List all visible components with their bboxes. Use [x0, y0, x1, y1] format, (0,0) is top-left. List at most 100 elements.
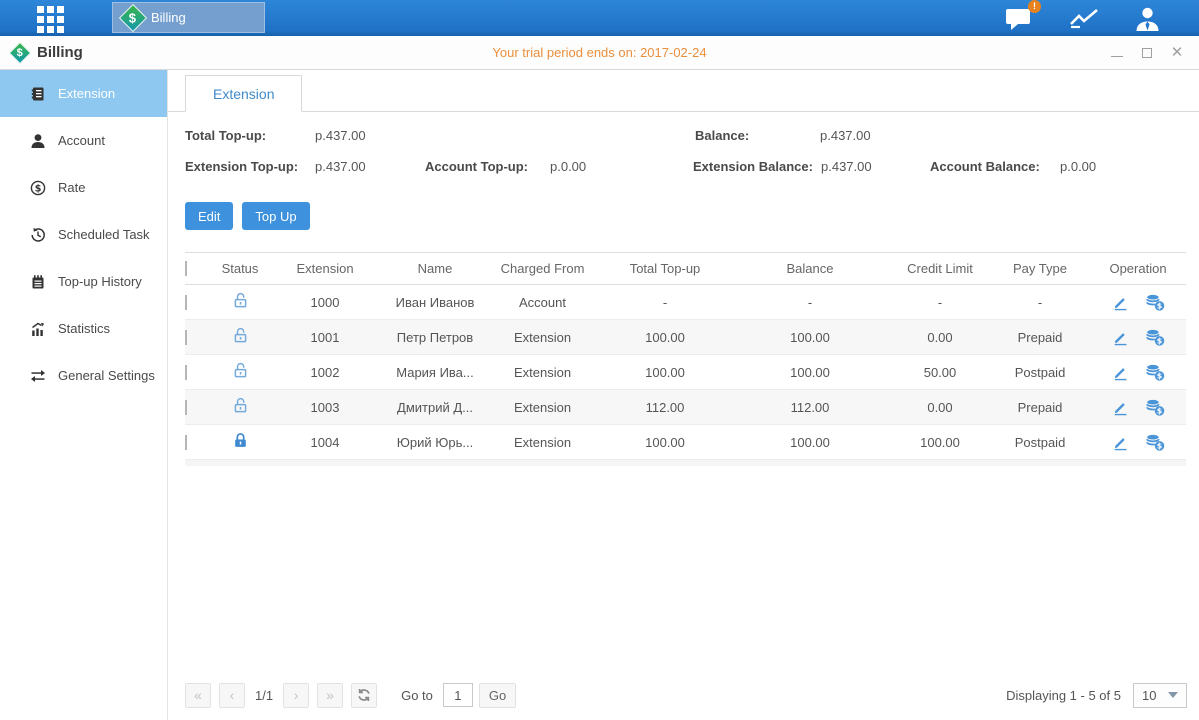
sidebar-item-label: Top-up History: [58, 274, 142, 289]
goto-page-input[interactable]: [443, 683, 473, 707]
cell-extension: 1003: [265, 400, 385, 415]
row-checkbox[interactable]: [185, 330, 187, 345]
sidebar-item-account[interactable]: Account: [0, 117, 167, 164]
taskbar-tab-billing[interactable]: $ Billing: [112, 2, 265, 33]
minimize-button[interactable]: [1109, 45, 1125, 61]
total-topup-label: Total Top-up:: [185, 128, 266, 143]
cell-name: Мария Ива...: [385, 365, 485, 380]
account-icon: [30, 133, 46, 149]
edit-icon[interactable]: [1112, 364, 1129, 381]
row-checkbox-cell: [185, 295, 215, 310]
cell-charged-from: Extension: [485, 400, 600, 415]
sidebar-item-general-settings[interactable]: General Settings: [0, 352, 167, 399]
top-up-icon[interactable]: $: [1145, 399, 1165, 416]
edit-icon[interactable]: [1112, 329, 1129, 346]
tab-extension[interactable]: Extension: [185, 75, 302, 112]
notifications-icon[interactable]: !: [1004, 6, 1034, 31]
prev-page-button[interactable]: ‹: [219, 683, 245, 708]
page-info: 1/1: [255, 688, 273, 703]
app-launcher-icon[interactable]: [36, 5, 70, 31]
row-checkbox[interactable]: [185, 365, 187, 380]
edit-button[interactable]: Edit: [185, 202, 233, 230]
go-button[interactable]: Go: [479, 683, 516, 708]
cell-total-topup: 100.00: [600, 435, 730, 450]
edit-icon[interactable]: [1112, 294, 1129, 311]
cell-operation: $: [1090, 399, 1186, 416]
table-row: 1000Иван ИвановAccount----$: [185, 285, 1186, 320]
maximize-button[interactable]: [1139, 45, 1155, 61]
extension-balance-label: Extension Balance:: [693, 159, 813, 174]
cell-operation: $: [1090, 434, 1186, 451]
column-header: Total Top-up: [600, 261, 730, 276]
topup-history-icon: [30, 274, 46, 290]
window-titlebar: $ Billing Your trial period ends on: 201…: [0, 36, 1199, 70]
extension-topup-value: p.437.00: [315, 159, 366, 174]
sidebar-item-topup-history[interactable]: Top-up History: [0, 258, 167, 305]
column-header: Status: [215, 261, 265, 276]
pagination-bar: « ‹ 1/1 › » Go to Go Displaying: [185, 682, 1187, 708]
cell-credit-limit: 0.00: [890, 400, 990, 415]
row-checkbox[interactable]: [185, 435, 187, 450]
row-checkbox[interactable]: [185, 400, 187, 415]
top-up-icon[interactable]: $: [1145, 434, 1165, 451]
cell-extension: 1002: [265, 365, 385, 380]
sidebar-item-scheduled-task[interactable]: Scheduled Task: [0, 211, 167, 258]
header-checkbox-cell: [185, 261, 215, 276]
cell-extension: 1001: [265, 330, 385, 345]
svg-text:$: $: [1156, 406, 1161, 415]
billing-app-window: $ Billing !: [0, 0, 1199, 720]
row-checkbox[interactable]: [185, 295, 187, 310]
select-all-checkbox[interactable]: [185, 261, 187, 276]
extension-balance-value: p.437.00: [821, 159, 872, 174]
trial-notice: Your trial period ends on: 2017-02-24: [0, 45, 1199, 60]
account-topup-value: p.0.00: [550, 159, 586, 174]
sidebar-item-statistics[interactable]: Statistics: [0, 305, 167, 352]
cell-status: [215, 292, 265, 312]
resource-monitor-icon[interactable]: [1068, 6, 1100, 30]
system-topbar: $ Billing !: [0, 0, 1199, 36]
cell-name: Дмитрий Д...: [385, 400, 485, 415]
statistics-icon: [30, 321, 46, 337]
cell-extension: 1004: [265, 435, 385, 450]
table-footer-strip: [185, 460, 1186, 466]
page-size-select[interactable]: 10: [1133, 683, 1187, 708]
top-up-icon[interactable]: $: [1145, 364, 1165, 381]
svg-text:$: $: [35, 183, 42, 194]
sidebar-item-extension[interactable]: Extension: [0, 70, 167, 117]
extension-icon: [30, 86, 46, 102]
cell-total-topup: 100.00: [600, 365, 730, 380]
last-page-button[interactable]: »: [317, 683, 343, 708]
cell-credit-limit: -: [890, 295, 990, 310]
cell-pay-type: Prepaid: [990, 400, 1090, 415]
first-page-button[interactable]: «: [185, 683, 211, 708]
close-button[interactable]: ✕: [1169, 45, 1185, 61]
cell-operation: $: [1090, 294, 1186, 311]
top-up-icon[interactable]: $: [1145, 294, 1165, 311]
extensions-table: StatusExtensionNameCharged FromTotal Top…: [185, 252, 1186, 466]
main-content: Extension Total Top-up: p.437.00 Balance…: [168, 70, 1199, 720]
balance-summary: Total Top-up: p.437.00 Balance: p.437.00…: [168, 124, 1199, 188]
cell-total-topup: 112.00: [600, 400, 730, 415]
edit-icon[interactable]: [1112, 399, 1129, 416]
cell-status: [215, 327, 265, 347]
locked-icon: [232, 437, 249, 452]
next-page-button[interactable]: ›: [283, 683, 309, 708]
refresh-button[interactable]: [351, 683, 377, 708]
top-up-icon[interactable]: $: [1145, 329, 1165, 346]
cell-name: Юрий Юрь...: [385, 435, 485, 450]
cell-charged-from: Extension: [485, 435, 600, 450]
svg-text:$: $: [1156, 441, 1161, 450]
sidebar-item-rate[interactable]: $ Rate: [0, 164, 167, 211]
unlocked-icon: [232, 332, 249, 347]
sidebar-item-label: Scheduled Task: [58, 227, 150, 242]
svg-text:$: $: [1156, 371, 1161, 380]
cell-pay-type: -: [990, 295, 1090, 310]
column-header: Operation: [1090, 261, 1186, 276]
edit-icon[interactable]: [1112, 434, 1129, 451]
topbar-icons: !: [1004, 0, 1161, 36]
row-checkbox-cell: [185, 365, 215, 380]
top-up-button[interactable]: Top Up: [242, 202, 309, 230]
user-account-icon[interactable]: [1134, 6, 1161, 31]
billing-app-icon: $: [119, 3, 147, 31]
refresh-icon: [357, 688, 371, 702]
